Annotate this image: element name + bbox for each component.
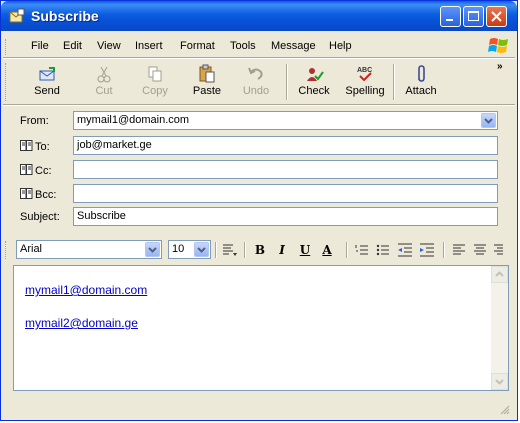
bcc-field[interactable]: [73, 184, 498, 203]
envelope-app-icon: [9, 8, 25, 23]
title-bar[interactable]: Subscribe: [1, 1, 517, 31]
format-separator: [443, 242, 445, 258]
menu-file[interactable]: File: [31, 40, 49, 52]
paragraph-style-icon[interactable]: [220, 241, 238, 259]
address-book-icon: [20, 188, 33, 199]
chevron-down-icon: [484, 118, 493, 124]
font-select[interactable]: Arial: [16, 240, 162, 259]
address-book-icon: [20, 140, 33, 151]
align-left-icon[interactable]: [450, 241, 468, 259]
align-right-icon[interactable]: [491, 241, 503, 259]
undo-icon: [248, 67, 263, 80]
subject-field[interactable]: Subscribe: [73, 207, 498, 226]
bcc-address-button[interactable]: Bcc:: [20, 188, 56, 201]
send-icon: [39, 67, 55, 81]
menu-insert[interactable]: Insert: [135, 40, 163, 52]
message-body[interactable]: mymail1@domain.com mymail2@domain.ge: [13, 265, 509, 391]
spelling-icon: ABC: [357, 67, 372, 82]
toolbar: Send Cut Copy Paste Undo Check ABC Spell…: [4, 58, 516, 104]
spelling-button[interactable]: ABC Spelling: [340, 58, 390, 104]
format-separator: [215, 242, 217, 258]
increase-indent-icon[interactable]: [418, 241, 436, 259]
body-link-2[interactable]: mymail2@domain.ge: [25, 316, 138, 330]
font-size-value: 10: [172, 243, 185, 255]
bullet-list-icon[interactable]: [374, 241, 392, 259]
paste-icon: [199, 64, 215, 83]
window-title: Subscribe: [31, 8, 99, 24]
align-center-icon[interactable]: [471, 241, 489, 259]
subject-label: Subject:: [20, 211, 60, 223]
status-bar: [4, 399, 514, 417]
toolbar-separator: [286, 64, 288, 100]
font-color-button[interactable]: A: [318, 241, 336, 259]
check-names-icon: [307, 68, 324, 81]
from-dropdown-button[interactable]: [481, 113, 496, 128]
menu-edit[interactable]: Edit: [63, 40, 82, 52]
format-bar: Arial 10 B I U A: [5, 237, 509, 263]
address-book-icon: [20, 164, 33, 175]
copy-icon: [148, 66, 162, 82]
maximize-button[interactable]: [463, 6, 484, 27]
copy-button[interactable]: Copy: [134, 58, 176, 104]
close-button[interactable]: [486, 6, 507, 27]
from-select[interactable]: mymail1@domain.com: [73, 111, 498, 130]
from-label: From:: [20, 115, 49, 127]
underline-button[interactable]: U: [296, 241, 314, 259]
decrease-indent-icon[interactable]: [396, 241, 414, 259]
send-button[interactable]: Send: [26, 58, 68, 104]
scroll-down-button[interactable]: [491, 373, 508, 390]
format-separator: [244, 242, 246, 258]
formatbar-grip[interactable]: [5, 241, 9, 259]
chevron-down-icon: [495, 379, 504, 385]
font-size-select[interactable]: 10: [168, 240, 211, 259]
menu-message[interactable]: Message: [271, 40, 316, 52]
to-field[interactable]: job@market.ge: [73, 136, 498, 155]
paste-button[interactable]: Paste: [184, 58, 230, 104]
minimize-button[interactable]: [440, 6, 461, 27]
size-dropdown-button[interactable]: [194, 242, 209, 257]
menu-help[interactable]: Help: [329, 40, 352, 52]
to-address-button[interactable]: To:: [20, 140, 50, 153]
minimize-icon: [446, 19, 453, 21]
chevron-down-icon: [148, 247, 157, 253]
italic-button[interactable]: I: [273, 241, 291, 259]
chevron-down-icon: [197, 247, 206, 253]
toolbar-separator-2: [393, 64, 395, 100]
chevron-up-icon: [495, 271, 504, 277]
font-value: Arial: [20, 243, 43, 255]
numbered-list-icon[interactable]: [353, 241, 371, 259]
menu-tools[interactable]: Tools: [230, 40, 256, 52]
toolbar-separator-line: [3, 104, 515, 106]
from-value: mymail1@domain.com: [77, 114, 190, 126]
menu-format[interactable]: Format: [180, 40, 215, 52]
scissors-icon: [97, 66, 111, 83]
compose-window: Subscribe File Edit View Insert Format T…: [0, 0, 518, 421]
format-separator: [346, 242, 348, 258]
resize-grip-icon[interactable]: [498, 403, 510, 415]
undo-button[interactable]: Undo: [236, 58, 276, 104]
body-link-1[interactable]: mymail1@domain.com: [25, 283, 147, 297]
bold-button[interactable]: B: [251, 241, 269, 259]
paperclip-icon: [418, 65, 425, 82]
cut-button[interactable]: Cut: [86, 58, 122, 104]
cc-field[interactable]: [73, 160, 498, 179]
windows-flag-icon: [488, 38, 508, 53]
close-icon: [491, 11, 502, 22]
menu-view[interactable]: View: [97, 40, 121, 52]
scroll-up-button[interactable]: [491, 266, 508, 283]
toolbar-overflow-chevron-icon[interactable]: »: [497, 61, 503, 72]
menu-bar: File Edit View Insert Format Tools Messa…: [4, 34, 514, 56]
check-names-button[interactable]: Check: [294, 58, 334, 104]
font-dropdown-button[interactable]: [145, 242, 160, 257]
attach-button[interactable]: Attach: [400, 58, 442, 104]
cc-address-button[interactable]: Cc:: [20, 164, 52, 177]
vertical-scrollbar[interactable]: [491, 266, 508, 390]
maximize-icon: [468, 11, 479, 21]
